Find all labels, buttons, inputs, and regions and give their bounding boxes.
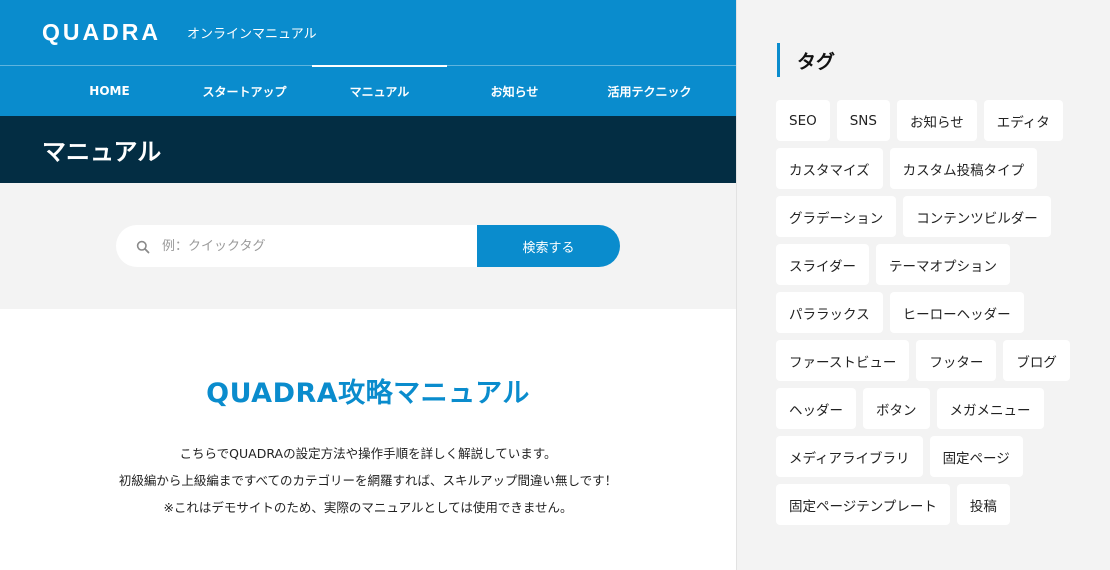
- search-icon: [136, 239, 150, 254]
- content-heading: QUADRA攻略マニュアル: [206, 378, 530, 409]
- tag-first-view[interactable]: ファーストビュー: [776, 340, 910, 381]
- tag-content-builder[interactable]: コンテンツビルダー: [903, 196, 1051, 237]
- nav-item-home[interactable]: HOME: [42, 66, 177, 116]
- search-form: 検索する: [116, 225, 620, 267]
- sidebar: タグ SEO SNS お知らせ エディタ カスタマイズ カスタム投稿タイプ グラ…: [736, 0, 1110, 570]
- nav-item-technique[interactable]: 活用テクニック: [582, 66, 717, 116]
- global-nav: HOME スタートアップ マニュアル お知らせ 活用テクニック: [0, 65, 736, 116]
- search-input[interactable]: [162, 238, 452, 254]
- site-header: QUADRA オンラインマニュアル: [0, 0, 736, 65]
- content-line-3: ※これはデモサイトのため、実際のマニュアルとしては使用できません。: [163, 500, 573, 515]
- tag-fixed-page-template[interactable]: 固定ページテンプレート: [776, 484, 950, 525]
- search-section: 検索する: [0, 183, 736, 309]
- tag-media-library[interactable]: メディアライブラリ: [776, 436, 923, 477]
- tag-customize[interactable]: カスタマイズ: [776, 148, 883, 189]
- tag-slider[interactable]: スライダー: [776, 244, 869, 285]
- tag-seo[interactable]: SEO: [776, 100, 830, 141]
- search-box: [116, 225, 477, 267]
- tag-gradation[interactable]: グラデーション: [776, 196, 897, 237]
- site-subtitle: オンラインマニュアル: [186, 27, 317, 42]
- tag-custom-post-type[interactable]: カスタム投稿タイプ: [889, 148, 1038, 189]
- content-line-2: 初級編から上級編まですべてのカテゴリーを網羅すれば、スキルアップ間違い無しです！: [118, 473, 618, 488]
- nav-item-startup[interactable]: スタートアップ: [177, 66, 312, 116]
- page-header: マニュアル: [0, 116, 736, 183]
- tag-fixed-page[interactable]: 固定ページ: [929, 436, 1023, 477]
- tag-button[interactable]: ボタン: [863, 388, 930, 429]
- tag-blog[interactable]: ブログ: [1003, 340, 1070, 381]
- site-logo[interactable]: QUADRA: [42, 19, 161, 46]
- tag-parallax[interactable]: パララックス: [776, 292, 883, 333]
- tag-hero-header[interactable]: ヒーローヘッダー: [889, 292, 1024, 333]
- tag-post[interactable]: 投稿: [956, 484, 1010, 525]
- tag-header[interactable]: ヘッダー: [776, 388, 856, 429]
- tag-editor[interactable]: エディタ: [983, 100, 1063, 141]
- tag-cloud: SEO SNS お知らせ エディタ カスタマイズ カスタム投稿タイプ グラデーシ…: [776, 100, 1106, 525]
- tag-footer[interactable]: フッター: [916, 340, 997, 381]
- content-line-1: こちらでQUADRAの設定方法や操作手順を詳しく解説しています。: [179, 446, 557, 461]
- nav-item-manual[interactable]: マニュアル: [312, 65, 447, 116]
- tag-mega-menu[interactable]: メガメニュー: [936, 388, 1044, 429]
- tag-theme-option[interactable]: テーマオプション: [875, 244, 1010, 285]
- tag-widget-title: タグ: [777, 43, 835, 77]
- nav-item-news[interactable]: お知らせ: [447, 66, 582, 116]
- tag-sns[interactable]: SNS: [836, 100, 890, 141]
- main-column: QUADRA オンラインマニュアル HOME スタートアップ マニュアル お知ら…: [0, 0, 736, 570]
- tag-news[interactable]: お知らせ: [896, 100, 977, 141]
- content-section: QUADRA攻略マニュアル こちらでQUADRAの設定方法や操作手順を詳しく解説…: [0, 309, 736, 521]
- page-title: マニュアル: [42, 138, 162, 166]
- search-button[interactable]: 検索する: [477, 225, 620, 267]
